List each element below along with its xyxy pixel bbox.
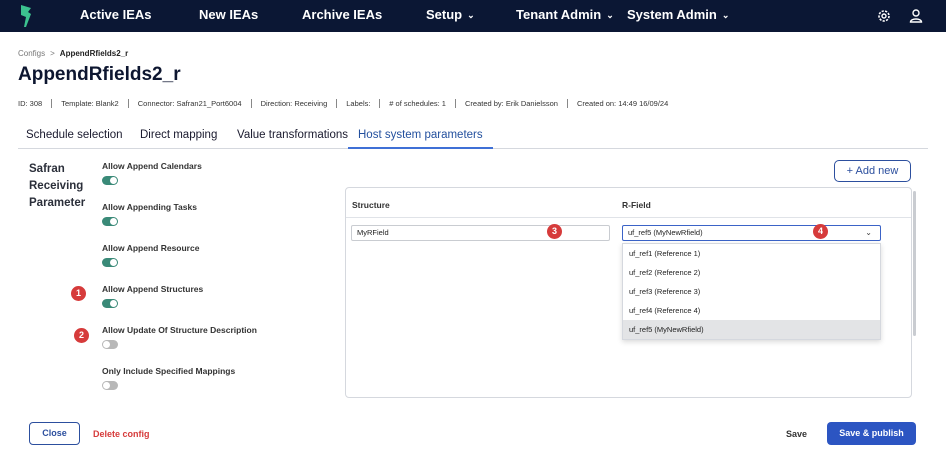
user-icon[interactable] (908, 8, 924, 24)
nav-tenant-admin[interactable]: Tenant Admin ⌄ (516, 0, 614, 32)
panel-header: Structure R-Field (346, 188, 911, 218)
toggle-only-include-specified-mappings[interactable] (102, 381, 118, 390)
option-label-only-include-specified-mappings: Only Include Specified Mappings (102, 366, 236, 376)
page-title: AppendRfields2_r (18, 64, 181, 85)
dropdown-option[interactable]: uf_ref3 (Reference 3) (623, 282, 880, 301)
toggle-update-structure-description[interactable] (102, 340, 118, 349)
toggle-knob (103, 382, 110, 389)
column-header-rfield: R-Field (622, 200, 651, 210)
divider (127, 99, 129, 108)
nav-new-ieas[interactable]: New IEAs (199, 0, 258, 32)
rfield-select-value: uf_ref5 (MyNewRfield) (628, 228, 703, 237)
divider (250, 99, 252, 108)
divider (566, 99, 568, 108)
toggle-appending-tasks[interactable] (102, 217, 118, 226)
tab-host-system-parameters[interactable]: Host system parameters (348, 125, 493, 149)
annotation-marker-1: 1 (71, 286, 86, 301)
breadcrumb-configs[interactable]: Configs (18, 49, 45, 58)
close-button[interactable]: Close (29, 422, 80, 445)
option-label-append-calendars: Allow Append Calendars (102, 161, 202, 171)
breadcrumb-current: AppendRfields2_r (59, 49, 129, 58)
nav-setup-label: Setup (426, 7, 463, 22)
nav-setup[interactable]: Setup ⌄ (426, 0, 475, 32)
save-publish-button[interactable]: Save & publish (827, 422, 916, 445)
divider (51, 99, 53, 108)
structure-input[interactable]: MyRField (351, 225, 610, 241)
chevron-down-icon: ⌄ (865, 228, 872, 237)
rfield-select[interactable]: uf_ref5 (MyNewRfield) ⌄ (622, 225, 881, 241)
gear-icon[interactable] (876, 8, 892, 24)
annotation-marker-4: 4 (813, 224, 828, 239)
meta-schedules: # of schedules: 1 (389, 99, 446, 108)
toggle-knob (110, 300, 117, 307)
divider (454, 99, 456, 108)
dropdown-option[interactable]: uf_ref2 (Reference 2) (623, 263, 880, 282)
divider (336, 99, 338, 108)
nav-active-ieas[interactable]: Active IEAs (80, 0, 152, 32)
option-label-appending-tasks: Allow Appending Tasks (102, 202, 197, 212)
toggle-knob (110, 259, 117, 266)
tab-direct-mapping[interactable]: Direct mapping (140, 125, 217, 149)
option-label-update-structure-description: Allow Update Of Structure Description (102, 325, 257, 335)
meta-created-on: Created on: 14:49 16/09/24 (576, 99, 669, 108)
option-label-append-structures: Allow Append Structures (102, 284, 204, 294)
meta-row: ID: 308 Template: Blank2 Connector: Safr… (18, 99, 668, 109)
meta-connector: Connector: Safran21_Port6004 (137, 99, 242, 108)
add-new-button[interactable]: + Add new (834, 160, 911, 182)
toggle-append-resource[interactable] (102, 258, 118, 267)
meta-labels: Labels: (346, 99, 371, 108)
scrollbar[interactable] (913, 191, 916, 336)
brand-logo-icon[interactable] (18, 5, 34, 27)
divider (379, 99, 381, 108)
breadcrumb-separator: > (50, 49, 55, 58)
chevron-down-icon: ⌄ (721, 10, 730, 20)
chevron-down-icon: ⌄ (606, 10, 614, 20)
delete-config-button[interactable]: Delete config (93, 429, 150, 439)
meta-created-by: Created by: Erik Danielsson (464, 99, 558, 108)
dropdown-option-selected[interactable]: uf_ref5 (MyNewRfield) (623, 320, 880, 339)
tab-schedule-selection[interactable]: Schedule selection (26, 125, 123, 149)
toggle-knob (110, 177, 117, 184)
chevron-down-icon: ⌄ (467, 10, 475, 20)
rfield-dropdown: uf_ref1 (Reference 1) uf_ref2 (Reference… (622, 243, 881, 340)
meta-id: ID: 308 (18, 99, 43, 108)
top-nav: Active IEAs New IEAs Archive IEAs Setup ⌄… (0, 0, 946, 32)
dropdown-option[interactable]: uf_ref1 (Reference 1) (623, 244, 880, 263)
breadcrumb: Configs > AppendRfields2_r (18, 49, 128, 58)
tab-bar: Schedule selection Direct mapping Value … (18, 125, 928, 149)
meta-direction: Direction: Receiving (260, 99, 328, 108)
nav-tenant-admin-label: Tenant Admin (516, 7, 602, 22)
option-label-append-resource: Allow Append Resource (102, 243, 200, 253)
toggle-knob (110, 218, 117, 225)
toggle-append-calendars[interactable] (102, 176, 118, 185)
nav-system-admin[interactable]: System Admin ⌄ (627, 0, 729, 32)
dropdown-option[interactable]: uf_ref4 (Reference 4) (623, 301, 880, 320)
nav-system-admin-label: System Admin (627, 7, 717, 22)
toggle-append-structures[interactable] (102, 299, 118, 308)
section-label: Safran Receiving Parameter (29, 163, 86, 209)
meta-template: Template: Blank2 (61, 99, 119, 108)
column-header-structure: Structure (352, 200, 390, 210)
annotation-marker-2: 2 (74, 328, 89, 343)
annotation-marker-3: 3 (547, 224, 562, 239)
tab-value-transformations[interactable]: Value transformations (237, 125, 348, 149)
nav-archive-ieas[interactable]: Archive IEAs (302, 0, 382, 32)
save-button[interactable]: Save (786, 429, 807, 439)
toggle-knob (103, 341, 110, 348)
